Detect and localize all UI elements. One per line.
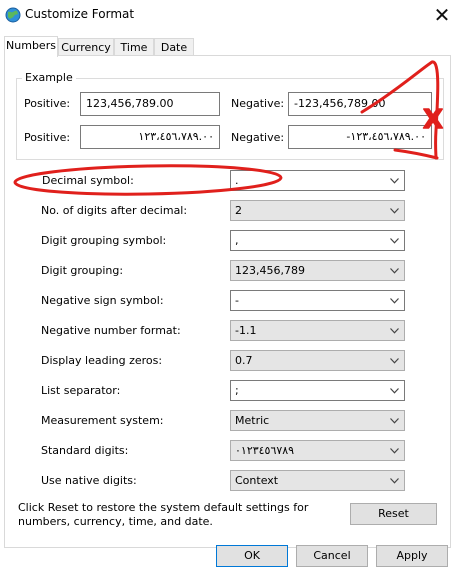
setting-combobox[interactable]: .	[230, 170, 405, 191]
tab-time[interactable]: Time	[114, 38, 154, 56]
example-group-label: Example	[22, 71, 76, 84]
chevron-down-icon[interactable]	[390, 178, 399, 184]
setting-label: No. of digits after decimal:	[41, 204, 188, 217]
setting-value: ٠١٢٣٤٥٦٧٨٩	[235, 444, 295, 457]
example-negative-native-value: -١٢٣،٤٥٦،٧٨٩.٠٠	[288, 125, 432, 149]
setting-combobox[interactable]: 2	[230, 200, 405, 221]
chevron-down-icon[interactable]	[390, 298, 399, 304]
chevron-down-icon[interactable]	[390, 478, 399, 484]
setting-combobox[interactable]: -1.1	[230, 320, 405, 341]
setting-value: 123,456,789	[235, 264, 305, 277]
tab-currency[interactable]: Currency	[58, 38, 114, 56]
window-title: Customize Format	[25, 7, 135, 21]
setting-label: Use native digits:	[41, 474, 137, 487]
setting-combobox[interactable]: 0.7	[230, 350, 405, 371]
example-negative-native-label: Negative:	[231, 131, 285, 144]
chevron-down-icon[interactable]	[390, 238, 399, 244]
setting-label: Display leading zeros:	[41, 354, 163, 367]
chevron-down-icon[interactable]	[390, 328, 399, 334]
tab-numbers[interactable]: Numbers	[4, 36, 58, 57]
setting-label: Decimal symbol:	[42, 174, 134, 187]
example-positive-label: Positive:	[24, 97, 71, 110]
reset-note: Click Reset to restore the system defaul…	[18, 501, 309, 528]
setting-value: .	[235, 174, 239, 187]
setting-label: Negative number format:	[41, 324, 181, 337]
setting-value: 0.7	[235, 354, 253, 367]
chevron-down-icon[interactable]	[390, 448, 399, 454]
setting-value: ;	[235, 384, 239, 397]
example-negative-label: Negative:	[231, 97, 285, 110]
setting-combobox[interactable]: 123,456,789	[230, 260, 405, 281]
setting-label: Digit grouping symbol:	[41, 234, 167, 247]
setting-combobox[interactable]: Metric	[230, 410, 405, 431]
setting-value: -1.1	[235, 324, 257, 337]
setting-value: ,	[235, 234, 239, 247]
cancel-button[interactable]: Cancel	[296, 545, 368, 567]
tab-date[interactable]: Date	[154, 38, 194, 56]
setting-value: 2	[235, 204, 242, 217]
globe-app-icon	[5, 7, 21, 23]
setting-combobox[interactable]: ٠١٢٣٤٥٦٧٨٩	[230, 440, 405, 461]
chevron-down-icon[interactable]	[390, 388, 399, 394]
chevron-down-icon[interactable]	[390, 208, 399, 214]
example-positive-value: 123,456,789.00	[80, 92, 220, 116]
chevron-down-icon[interactable]	[390, 418, 399, 424]
setting-label: Measurement system:	[41, 414, 164, 427]
example-negative-value: -123,456,789.00	[288, 92, 432, 116]
setting-combobox[interactable]: ;	[230, 380, 405, 401]
apply-button[interactable]: Apply	[376, 545, 448, 567]
close-icon[interactable]: ✕	[428, 2, 456, 28]
chevron-down-icon[interactable]	[390, 358, 399, 364]
setting-label: Digit grouping:	[41, 264, 124, 277]
setting-label: Standard digits:	[41, 444, 129, 457]
example-positive-native-label: Positive:	[24, 131, 71, 144]
setting-combobox[interactable]: -	[230, 290, 405, 311]
setting-value: -	[235, 294, 239, 307]
example-positive-native-value: ١٢٣،٤٥٦،٧٨٩.٠٠	[80, 125, 220, 149]
title-bar: Customize Format ✕	[0, 0, 458, 30]
setting-label: List separator:	[41, 384, 121, 397]
setting-value: Context	[235, 474, 279, 487]
setting-combobox[interactable]: ,	[230, 230, 405, 251]
setting-combobox[interactable]: Context	[230, 470, 405, 491]
setting-label: Negative sign symbol:	[41, 294, 164, 307]
setting-value: Metric	[235, 414, 270, 427]
reset-button[interactable]: Reset	[350, 503, 437, 525]
chevron-down-icon[interactable]	[390, 268, 399, 274]
ok-button[interactable]: OK	[216, 545, 288, 567]
